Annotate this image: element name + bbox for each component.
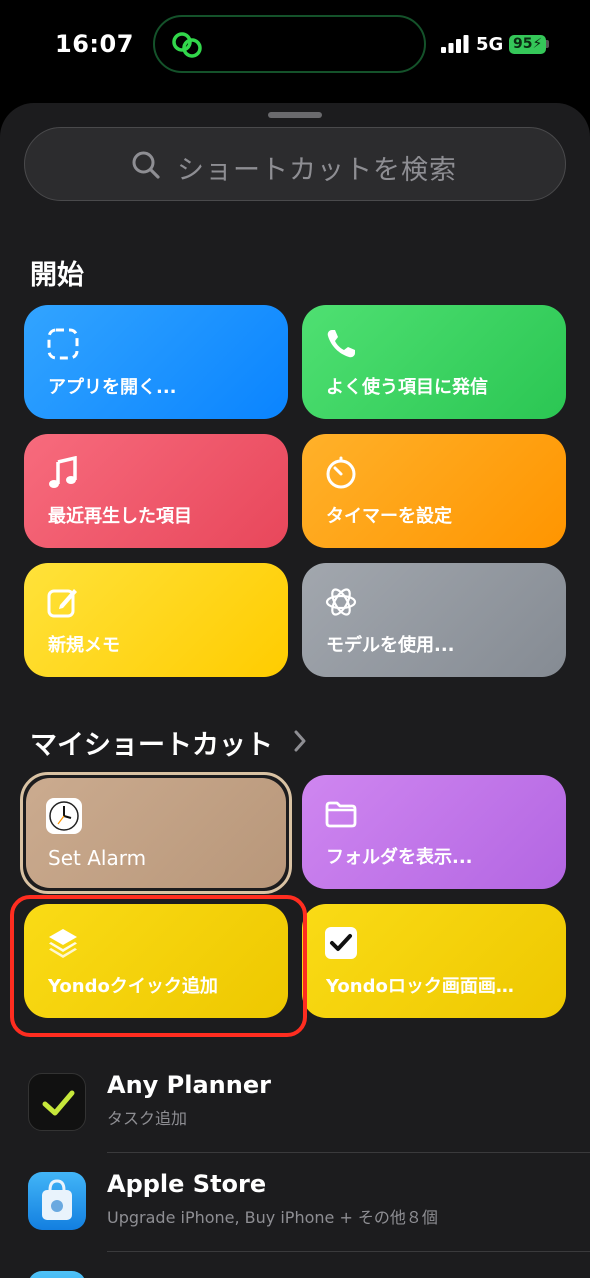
status-time: 16:07 [55,30,134,58]
my-shortcuts-label: マイショートカット [30,730,273,761]
app-title: Any Planner [107,1071,271,1099]
chevron-right-icon[interactable] [293,730,307,752]
battery-cap [546,40,549,48]
folder-icon [325,801,357,828]
tile-yondo-lock-screen[interactable]: Yondoロック画面画… [302,904,566,1018]
dynamic-island[interactable] [153,15,426,73]
tile-label: タイマーを設定 [326,506,452,527]
dashed-square-icon [47,328,79,360]
search-icon [132,151,160,179]
phone-icon [327,330,355,358]
tile-use-model[interactable]: モデルを使用... [302,563,566,677]
tile-label: Set Alarm [48,846,147,870]
cellular-signal-icon [441,35,469,53]
apple-store-app-icon [28,1172,86,1230]
ai-model-icon [325,588,357,616]
list-divider [107,1251,590,1252]
checkmark-icon [42,1090,75,1116]
status-bar: 16:07 5G 95⚡ [0,0,590,90]
list-item-apple-store[interactable]: Apple Store Upgrade iPhone, Buy iPhone +… [0,1162,590,1262]
tile-call-favorite[interactable]: よく使う項目に発信 [302,305,566,419]
tile-label: よく使う項目に発信 [326,377,488,398]
app-subtitle: Upgrade iPhone, Buy iPhone + その他８個 [107,1208,438,1227]
timer-icon [326,456,356,489]
battery-indicator: 95⚡ [509,35,547,54]
clock-icon [46,798,82,834]
music-note-icon [49,456,77,488]
search-field[interactable]: ショートカットを検索 [24,127,566,201]
list-divider [107,1152,590,1153]
tile-recently-played[interactable]: 最近再生した項目 [24,434,288,548]
tile-label: モデルを使用... [326,635,455,656]
any-planner-app-icon [28,1073,86,1131]
search-placeholder: ショートカットを検索 [177,155,457,186]
tile-new-note[interactable]: 新規メモ [24,563,288,677]
tile-label: 最近再生した項目 [48,506,192,527]
link-icon [172,32,202,58]
app-subtitle: タスク追加 [107,1109,188,1128]
charging-bolt-icon: ⚡ [532,36,543,52]
tile-label: Yondoロック画面画… [326,976,514,997]
shortcuts-sheet: ショートカットを検索 開始 アプリを開く... よく使う項目に発信 最近再生した… [0,103,590,1278]
tile-label: アプリを開く... [48,377,177,398]
tile-set-alarm[interactable]: Set Alarm [26,778,286,888]
tile-show-folder[interactable]: フォルダを表示... [302,775,566,889]
list-item-any-planner[interactable]: Any Planner タスク追加 [0,1063,590,1163]
tile-label: 新規メモ [48,635,120,656]
shopping-bag-icon [42,1179,72,1220]
tile-open-app[interactable]: アプリを開く... [24,305,288,419]
compose-icon [47,589,77,618]
sheet-grabber[interactable] [268,112,322,118]
section-title-my-shortcuts[interactable]: マイショートカット [30,723,273,762]
section-title-start: 開始 [30,260,84,291]
network-type: 5G [476,34,504,55]
app-title: Apple Store [107,1170,267,1198]
checkbox-icon [325,927,357,959]
highlight-annotation [10,895,307,1037]
tile-set-timer[interactable]: タイマーを設定 [302,434,566,548]
battery-level: 95 [513,36,533,52]
tile-label: フォルダを表示... [326,847,473,868]
next-app-icon [28,1271,86,1278]
